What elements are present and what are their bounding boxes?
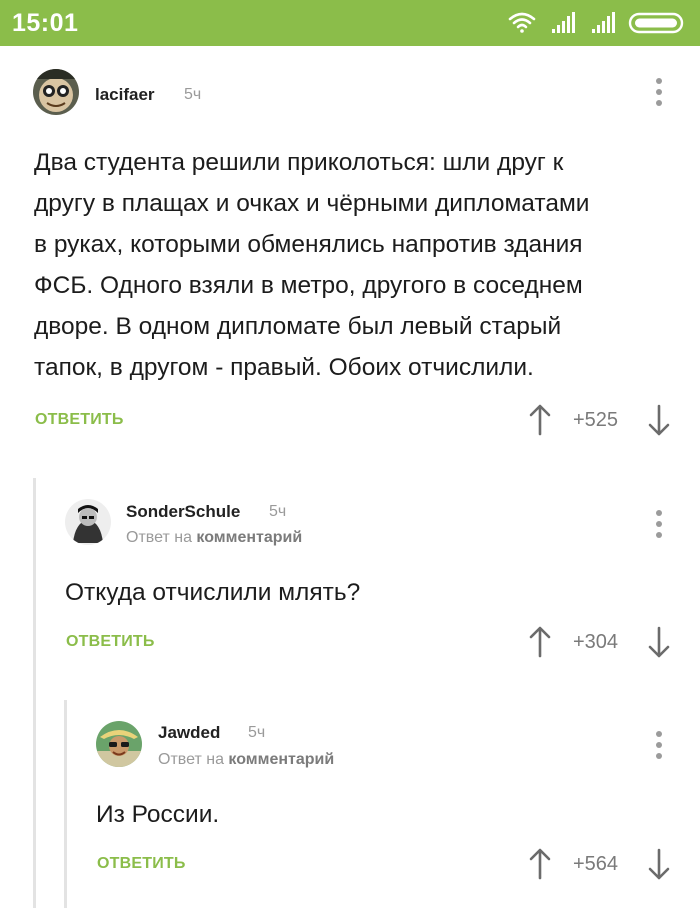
reply-button[interactable]: ОТВЕТИТЬ — [97, 855, 186, 873]
username[interactable]: Jawded — [158, 723, 220, 743]
downvote-arrow-icon[interactable] — [647, 848, 671, 880]
comment-text-line: Из России. — [96, 801, 220, 828]
comment-3: Jawded 5ч Ответ на комментарий Из России… — [0, 0, 700, 908]
reply-to-prefix: Ответ на — [158, 751, 224, 768]
comment-text: Из России. — [96, 794, 656, 835]
upvote-arrow-icon[interactable] — [528, 848, 552, 880]
more-options-icon[interactable] — [655, 731, 663, 761]
avatar[interactable] — [96, 721, 142, 767]
reply-to-link[interactable]: комментарий — [228, 751, 334, 768]
reply-to-label: Ответ на комментарий — [158, 751, 334, 769]
rating-value: +564 — [573, 853, 619, 875]
comment-time: 5ч — [248, 724, 266, 741]
